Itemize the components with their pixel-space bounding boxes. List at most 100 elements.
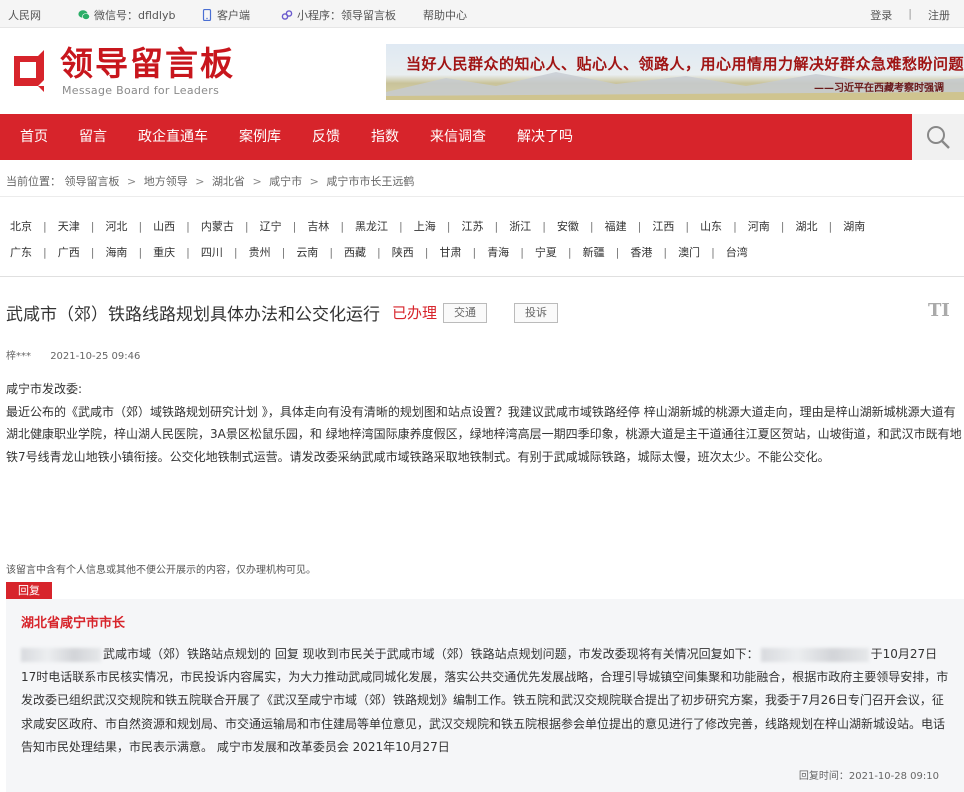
province-link[interactable]: 广西: [58, 244, 80, 260]
message-content: 咸宁市发改委: 最近公布的《武咸市（郊）域铁路规划研究计划 》，具体走向有没有清…: [6, 378, 962, 468]
province-link[interactable]: 四川: [201, 244, 223, 260]
breadcrumb: 当前位置： 领导留言板 > 地方领导 > 湖北省 > 咸宁市 > 咸宁市市长王远…: [6, 173, 414, 189]
province-link[interactable]: 宁夏: [535, 244, 557, 260]
tag-complaint[interactable]: 投诉: [514, 302, 559, 323]
province-link[interactable]: 甘肃: [439, 244, 461, 260]
province-link[interactable]: 湖北: [796, 218, 818, 234]
province-link[interactable]: 黑龙江: [355, 218, 388, 234]
message-title-row: 武咸市（郊）铁路线路规划具体办法和公交化运行 已办理 交通 投诉: [6, 300, 559, 325]
logo-icon[interactable]: [8, 50, 50, 92]
province-link[interactable]: 浙江: [509, 218, 531, 234]
province-separator: |: [399, 219, 403, 233]
province-separator: |: [90, 245, 95, 259]
site-link[interactable]: 人民网: [8, 7, 41, 23]
province-link[interactable]: 山东: [700, 218, 722, 234]
province-link[interactable]: 香港: [630, 244, 652, 260]
province-link[interactable]: 福建: [605, 218, 627, 234]
province-separator: |: [43, 219, 47, 233]
province-link[interactable]: 陕西: [392, 244, 414, 260]
reply-time: 回复时间：2021-10-28 09:10: [798, 771, 939, 782]
province-selector: 北京 | 天津 | 河北 | 山西 | 内蒙古 | 辽宁 | 吉林 | 黑龙江 | 上海 | 江苏 | 浙江 | 安徽 | 福建…: [10, 213, 964, 265]
province-link[interactable]: 河北: [105, 218, 127, 234]
banner-quote: ——习近平在西藏考察时强调: [814, 83, 944, 94]
breadcrumb-item[interactable]: 咸宁市市长王远鹤: [326, 175, 414, 188]
province-separator: |: [637, 219, 642, 233]
breadcrumb-item[interactable]: 地方领导: [144, 175, 188, 188]
province-link[interactable]: 青海: [487, 244, 509, 260]
message-body: 最近公布的《武咸市（郊）域铁路规划研究计划 》，具体走向有没有清晰的规划图和站点…: [6, 404, 962, 464]
author: 梓***: [6, 351, 31, 362]
province-separator: |: [520, 245, 524, 259]
help-center-link[interactable]: 帮助中心: [423, 7, 467, 23]
province-link[interactable]: 安徽: [557, 218, 579, 234]
breadcrumb-separator: >: [195, 175, 205, 188]
miniprogram-link[interactable]: 小程序：领导留言板: [281, 7, 396, 23]
province-separator: |: [292, 219, 297, 233]
search-icon: [927, 126, 950, 149]
message-meta: 梓*** 2021-10-25 09:46: [6, 347, 140, 362]
province-separator: |: [138, 245, 143, 259]
province-separator: |: [43, 245, 47, 259]
province-link[interactable]: 湖南: [843, 218, 865, 234]
nav-index[interactable]: 指数: [360, 114, 410, 160]
province-link[interactable]: 新疆: [583, 244, 605, 260]
nav-enterprise[interactable]: 政企直通车: [127, 114, 219, 160]
logo-subtitle: Message Board for Leaders: [62, 84, 220, 97]
reply-tag: 回复: [6, 582, 52, 600]
province-link[interactable]: 上海: [414, 218, 436, 234]
province-link[interactable]: 天津: [58, 218, 80, 234]
province-separator: |: [424, 245, 429, 259]
wechat-info[interactable]: 微信号：dfldlyb: [78, 7, 175, 23]
province-link[interactable]: 吉林: [307, 218, 329, 234]
province-link[interactable]: 内蒙古: [201, 218, 234, 234]
nav-solved[interactable]: 解决了吗: [506, 114, 584, 160]
province-link[interactable]: 河南: [748, 218, 770, 234]
nav-message[interactable]: 留言: [68, 114, 118, 160]
province-link[interactable]: 山西: [153, 218, 175, 234]
province-separator: |: [542, 219, 546, 233]
register-link[interactable]: 注册: [928, 7, 950, 23]
province-separator: |: [281, 245, 286, 259]
province-link[interactable]: 海南: [105, 244, 127, 260]
province-link[interactable]: 台湾: [726, 244, 748, 260]
status-badge: 已办理: [392, 304, 438, 322]
province-separator: |: [663, 245, 668, 259]
province-link[interactable]: 西藏: [344, 244, 366, 260]
province-separator: |: [446, 219, 451, 233]
login-link[interactable]: 登录: [870, 7, 892, 23]
province-link[interactable]: 重庆: [153, 244, 175, 260]
province-separator: |: [828, 219, 833, 233]
top-bar: 人民网 微信号：dfldlyb 客户端 小程序：领导留言板 帮助中心 登录 | …: [0, 0, 964, 28]
province-link[interactable]: 云南: [296, 244, 318, 260]
province-link[interactable]: 北京: [10, 218, 32, 234]
message-salutation: 咸宁市发改委:: [6, 382, 83, 396]
main-nav: 首页 留言 政企直通车 案例库 反馈 指数 来信调查 解决了吗: [0, 114, 964, 160]
logo-text[interactable]: 领导留言板: [60, 46, 235, 82]
miniprogram-icon: [281, 10, 293, 20]
province-separator: |: [233, 245, 238, 259]
province-link[interactable]: 辽宁: [260, 218, 282, 234]
nav-feedback[interactable]: 反馈: [301, 114, 351, 160]
nav-home[interactable]: 首页: [9, 114, 59, 160]
nav-cases[interactable]: 案例库: [228, 114, 292, 160]
nav-survey[interactable]: 来信调查: [419, 114, 497, 160]
search-button[interactable]: [912, 114, 964, 160]
breadcrumb-item[interactable]: 咸宁市: [269, 175, 302, 188]
divider: [0, 196, 964, 197]
province-link[interactable]: 广东: [10, 244, 32, 260]
wechat-icon: [78, 10, 90, 20]
font-size-icon[interactable]: TI: [928, 300, 950, 321]
province-link[interactable]: 江西: [652, 218, 674, 234]
reply-leader[interactable]: 湖北省咸宁市市长: [21, 612, 125, 631]
breadcrumb-separator: >: [127, 175, 137, 188]
post-time: 2021-10-25 09:46: [50, 351, 141, 362]
province-link[interactable]: 澳门: [678, 244, 700, 260]
province-separator: |: [377, 245, 381, 259]
redacted-text: [21, 647, 101, 662]
breadcrumb-item[interactable]: 湖北省: [212, 175, 245, 188]
province-link[interactable]: 江苏: [461, 218, 483, 234]
province-link[interactable]: 贵州: [249, 244, 271, 260]
tag-transport[interactable]: 交通: [443, 302, 488, 323]
client-link[interactable]: 客户端: [201, 7, 250, 23]
breadcrumb-item[interactable]: 领导留言板: [65, 175, 120, 188]
